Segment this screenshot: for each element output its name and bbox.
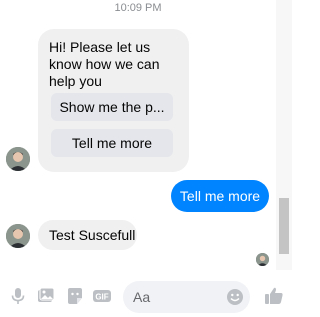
scrollbar[interactable] <box>276 0 292 270</box>
scrollbar-thumb[interactable] <box>279 198 289 254</box>
avatar-photo-icon <box>6 224 30 248</box>
read-receipt-icon <box>256 253 269 266</box>
gif-icon[interactable]: GIF <box>93 287 111 305</box>
photo-icon[interactable] <box>37 287 55 305</box>
user-message-bubble: Tell me more <box>171 180 269 212</box>
bot-message-bubble: Test Suscefull <box>38 220 137 250</box>
bot-avatar[interactable] <box>6 147 30 171</box>
avatar-photo-icon <box>6 147 30 171</box>
thumbs-up-icon[interactable] <box>264 286 284 306</box>
microphone-icon[interactable] <box>9 287 27 305</box>
sticker-icon[interactable] <box>66 287 84 305</box>
bot-avatar[interactable] <box>6 224 30 248</box>
bot-greeting-text: Hi! Please let us know how we can help y… <box>49 39 160 89</box>
message-composer: GIF Aa <box>0 270 292 317</box>
quick-reply-show-me-button[interactable]: Show me the p... <box>51 93 173 121</box>
chat-window: 10:09 PM Hi! Please let us know how we c… <box>0 0 292 317</box>
message-input[interactable]: Aa <box>123 281 250 313</box>
message-timestamp: 10:09 PM <box>114 2 162 14</box>
svg-text:GIF: GIF <box>95 293 108 302</box>
message-input-placeholder: Aa <box>133 289 151 305</box>
quick-reply-tell-me-more-button[interactable]: Tell me more <box>51 129 173 157</box>
emoji-icon[interactable] <box>226 288 244 306</box>
bot-message-card: Hi! Please let us know how we can help y… <box>38 29 189 172</box>
read-receipt-avatar <box>256 253 269 266</box>
